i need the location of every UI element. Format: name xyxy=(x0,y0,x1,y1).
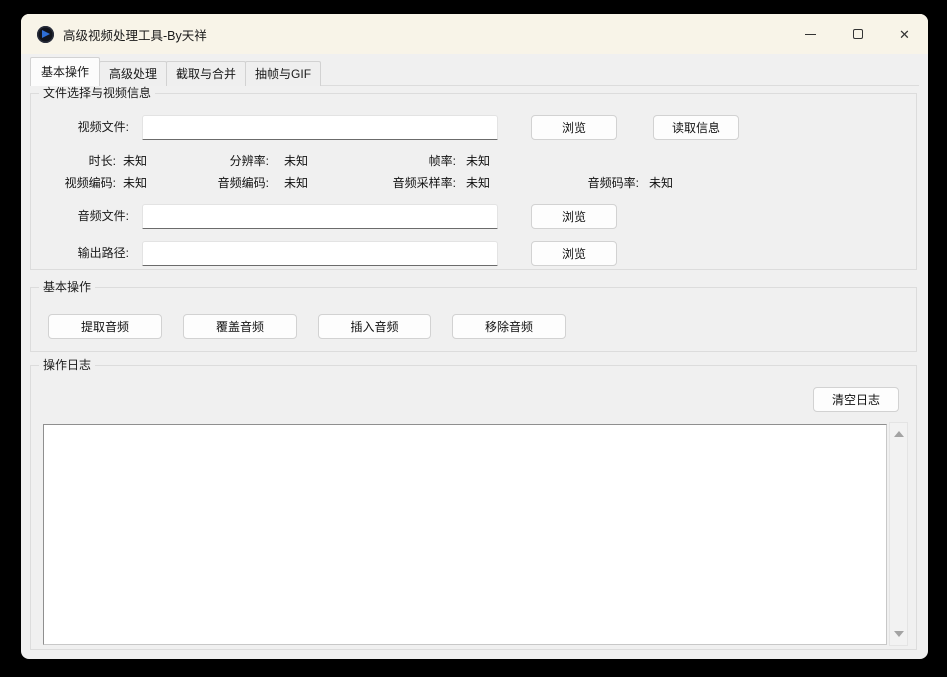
audio-browse-button[interactable]: 浏览 xyxy=(531,204,617,229)
log-group-title: 操作日志 xyxy=(39,358,95,373)
tab-frames-and-gif[interactable]: 抽帧与GIF xyxy=(245,61,321,86)
audio-file-label: 音频文件: xyxy=(59,208,129,224)
resolution-label: 分辨率: xyxy=(161,153,269,169)
insert-audio-button[interactable]: 插入音频 xyxy=(318,314,431,339)
tab-advanced-processing[interactable]: 高级处理 xyxy=(99,61,167,86)
duration-value: 未知 xyxy=(123,153,147,169)
close-icon: ✕ xyxy=(899,28,910,41)
window-title: 高级视频处理工具-By天祥 xyxy=(63,25,207,44)
close-button[interactable]: ✕ xyxy=(881,14,928,54)
extract-audio-button[interactable]: 提取音频 xyxy=(48,314,162,339)
play-icon xyxy=(42,30,50,38)
clear-log-button[interactable]: 清空日志 xyxy=(813,387,899,412)
log-scrollbar[interactable] xyxy=(889,422,908,646)
resolution-value: 未知 xyxy=(284,153,308,169)
output-path-label: 输出路径: xyxy=(59,245,129,261)
title-bar[interactable]: 高级视频处理工具-By天祥 ✕ xyxy=(21,14,928,54)
framerate-value: 未知 xyxy=(466,153,490,169)
minimize-icon xyxy=(805,34,816,35)
file-selection-group: 文件选择与视频信息 视频文件: 浏览 读取信息 时长: 未知 分辨率: 未知 帧… xyxy=(30,93,917,270)
log-textarea[interactable] xyxy=(43,424,887,645)
audio-samplerate-label: 音频采样率: xyxy=(331,175,456,191)
log-group: 操作日志 清空日志 xyxy=(30,365,917,650)
file-selection-group-title: 文件选择与视频信息 xyxy=(39,86,155,101)
output-path-input[interactable] xyxy=(142,241,498,266)
remove-audio-button[interactable]: 移除音频 xyxy=(452,314,566,339)
tab-bar: 基本操作 高级处理 截取与合并 抽帧与GIF xyxy=(30,60,919,86)
app-window: 高级视频处理工具-By天祥 ✕ 基本操作 高级处理 截取与合并 抽帧与GIF 文… xyxy=(21,14,928,659)
video-file-label: 视频文件: xyxy=(59,119,129,135)
audio-codec-value: 未知 xyxy=(284,175,308,191)
video-browse-button[interactable]: 浏览 xyxy=(531,115,617,140)
scroll-down-icon[interactable] xyxy=(894,631,904,637)
video-codec-label: 视频编码: xyxy=(31,175,116,191)
audio-samplerate-value: 未知 xyxy=(466,175,490,191)
audio-file-input[interactable] xyxy=(142,204,498,229)
tab-cut-and-merge[interactable]: 截取与合并 xyxy=(166,61,246,86)
video-codec-value: 未知 xyxy=(123,175,147,191)
video-file-input[interactable] xyxy=(142,115,498,140)
minimize-button[interactable] xyxy=(787,14,834,54)
audio-bitrate-label: 音频码率: xyxy=(511,175,639,191)
framerate-label: 帧率: xyxy=(331,153,456,169)
audio-bitrate-value: 未知 xyxy=(649,175,673,191)
window-controls: ✕ xyxy=(787,14,928,54)
audio-codec-label: 音频编码: xyxy=(161,175,269,191)
tab-basic-operations[interactable]: 基本操作 xyxy=(30,57,100,86)
basic-actions-group: 基本操作 提取音频 覆盖音频 插入音频 移除音频 xyxy=(30,287,917,352)
basic-actions-group-title: 基本操作 xyxy=(39,280,95,295)
read-info-button[interactable]: 读取信息 xyxy=(653,115,739,140)
duration-label: 时长: xyxy=(31,153,116,169)
app-icon xyxy=(37,26,54,43)
scroll-up-icon[interactable] xyxy=(894,431,904,437)
maximize-button[interactable] xyxy=(834,14,881,54)
overwrite-audio-button[interactable]: 覆盖音频 xyxy=(183,314,297,339)
output-browse-button[interactable]: 浏览 xyxy=(531,241,617,266)
maximize-icon xyxy=(853,29,863,39)
